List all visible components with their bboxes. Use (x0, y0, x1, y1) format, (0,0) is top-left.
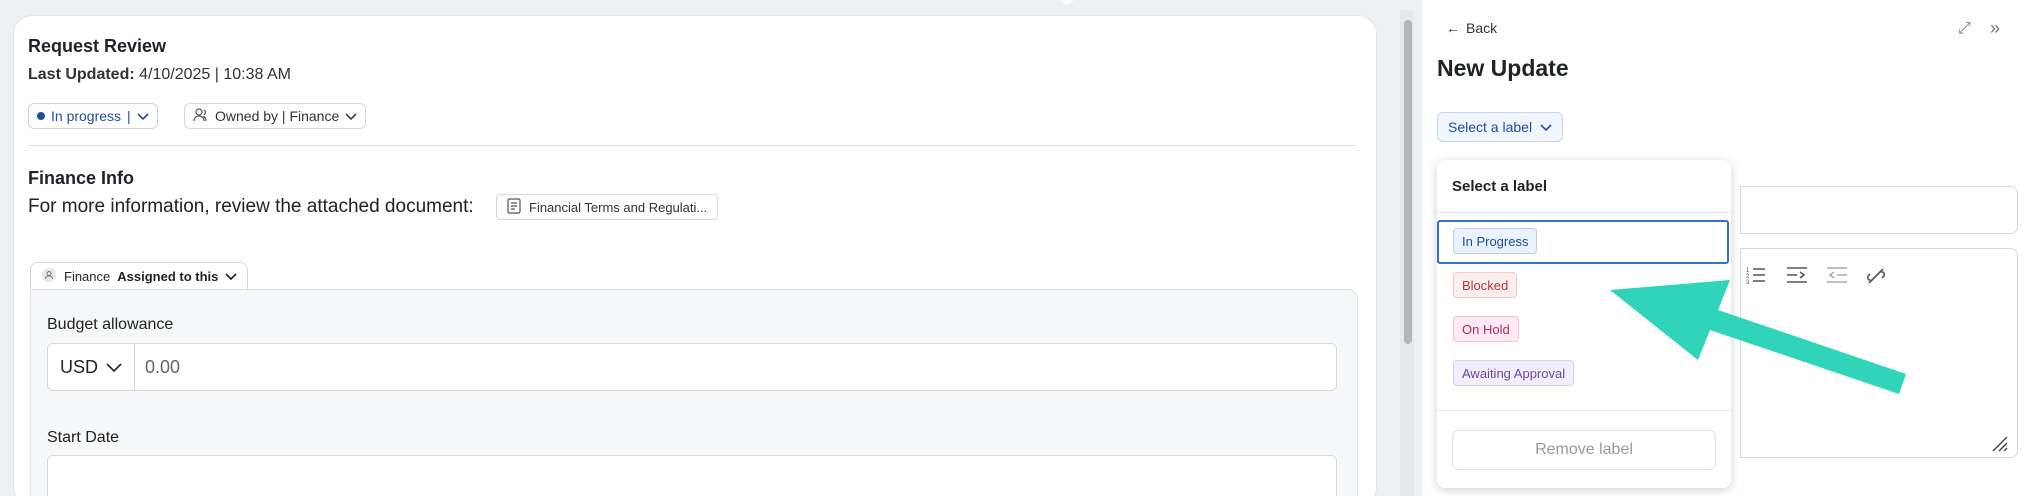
back-button[interactable]: ← Back (1446, 20, 1497, 36)
status-separator: | (127, 108, 131, 124)
status-dropdown[interactable]: In progress | (28, 103, 158, 129)
scrollbar-thumb[interactable] (1404, 20, 1412, 344)
divider (28, 145, 1356, 146)
users-icon (193, 107, 209, 125)
attached-document-link[interactable]: Financial Terms and Regulati... (496, 194, 719, 220)
select-label-button[interactable]: Select a label (1437, 112, 1564, 142)
dropdown-title: Select a label (1452, 178, 1548, 195)
select-label-text: Select a label (1448, 119, 1533, 135)
back-label: Back (1466, 20, 1498, 36)
expand-icon[interactable]: ⤢ (1958, 20, 1971, 38)
resize-handle-icon[interactable] (1990, 434, 2008, 457)
update-title-input[interactable] (1740, 186, 2018, 234)
info-text: For more information, review the attache… (28, 196, 474, 217)
amount-input[interactable]: 0.00 (135, 357, 180, 378)
last-updated: Last Updated: 4/10/2025 | 10:38 AM (28, 66, 291, 84)
start-date-label: Start Date (47, 429, 120, 446)
label-option-awaiting-approval[interactable]: Awaiting Approval (1453, 360, 1575, 386)
currency-value: USD (59, 356, 98, 377)
collapse-panel-icon[interactable]: » (1990, 18, 2000, 39)
last-updated-label: Last Updated: (28, 66, 135, 83)
owner-dropdown[interactable]: Owned by | Finance (184, 103, 367, 129)
pointer-arrow-icon (1610, 280, 1906, 394)
currency-select[interactable]: USD (48, 344, 135, 390)
label-option-blocked[interactable]: Blocked (1453, 272, 1518, 298)
label-option-in-progress[interactable]: In Progress (1453, 228, 1538, 254)
page-title: Request Review (28, 36, 167, 56)
assignment-dropdown[interactable]: Finance Assigned to this (30, 262, 249, 290)
assign-text: Assigned to this (117, 269, 219, 284)
status-dot-icon (37, 112, 45, 120)
chevron-down-icon (137, 108, 149, 124)
label-option-on-hold[interactable]: On Hold (1453, 316, 1519, 342)
remove-label-button[interactable]: Remove label (1452, 430, 1716, 470)
panel-title: New Update (1437, 55, 1569, 81)
status-label: In progress (51, 108, 122, 124)
start-date-input[interactable] (47, 455, 1337, 496)
budget-label: Budget allowance (47, 316, 174, 333)
top-indicator (1060, 0, 1074, 4)
document-name: Financial Terms and Regulati... (529, 199, 708, 215)
owner-label: Owned by | Finance (215, 108, 340, 124)
team-icon (41, 267, 57, 286)
chevron-down-icon (225, 269, 237, 284)
assign-team: Finance (64, 269, 111, 284)
arrow-left-icon: ← (1446, 20, 1460, 36)
chevron-down-icon (106, 357, 122, 378)
divider (1437, 212, 1731, 213)
section-heading: Finance Info (28, 168, 135, 188)
chevron-down-icon (1540, 119, 1552, 135)
document-icon (507, 197, 521, 217)
chevron-down-icon (345, 108, 357, 124)
budget-field: USD 0.00 (47, 343, 1337, 391)
last-updated-value: 4/10/2025 | 10:38 AM (134, 66, 291, 83)
divider (1437, 410, 1731, 411)
